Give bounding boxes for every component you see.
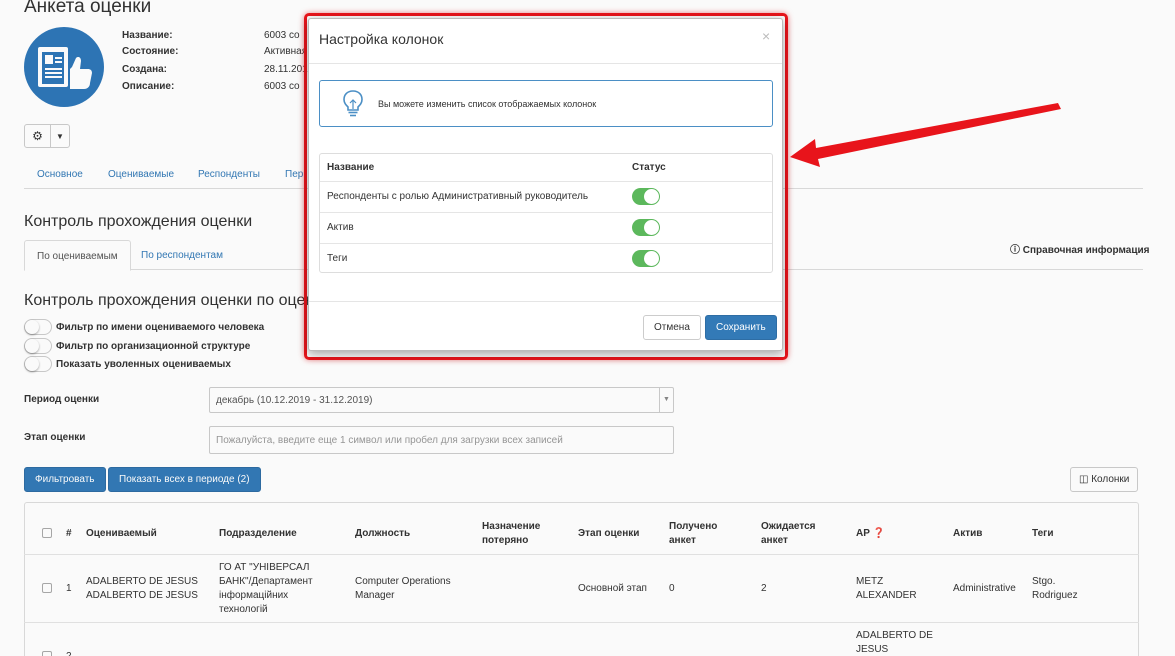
modal-header-divider bbox=[309, 63, 782, 64]
row-divider bbox=[320, 212, 772, 213]
modal-title: Настройка колонок bbox=[319, 31, 444, 47]
columns-table-header-name: Название bbox=[327, 162, 375, 173]
modal-footer-divider bbox=[309, 301, 782, 302]
row-divider bbox=[320, 181, 772, 182]
column-toggle-admin-manager[interactable] bbox=[632, 188, 660, 205]
save-button[interactable]: Сохранить bbox=[705, 315, 777, 340]
row-divider bbox=[320, 243, 772, 244]
column-toggle-active[interactable] bbox=[632, 219, 660, 236]
info-alert: Вы можете изменить список отображаемых к… bbox=[319, 80, 773, 127]
column-item-label: Актив bbox=[327, 222, 354, 233]
column-item-label: Респонденты с ролью Административный рук… bbox=[327, 191, 589, 202]
columns-table-header-status: Статус bbox=[632, 162, 666, 173]
column-item-label: Теги bbox=[327, 253, 348, 264]
column-toggle-tags[interactable] bbox=[632, 250, 660, 267]
cancel-button[interactable]: Отмена bbox=[643, 315, 701, 340]
column-settings-modal: Настройка колонок × Вы можете изменить с… bbox=[308, 18, 783, 351]
annotation-arrow bbox=[790, 103, 1061, 167]
close-icon[interactable]: × bbox=[762, 28, 770, 44]
info-alert-text: Вы можете изменить список отображаемых к… bbox=[378, 99, 597, 109]
lightbulb-icon bbox=[342, 89, 364, 122]
columns-table: Название Статус Респонденты с ролью Адми… bbox=[319, 153, 773, 273]
